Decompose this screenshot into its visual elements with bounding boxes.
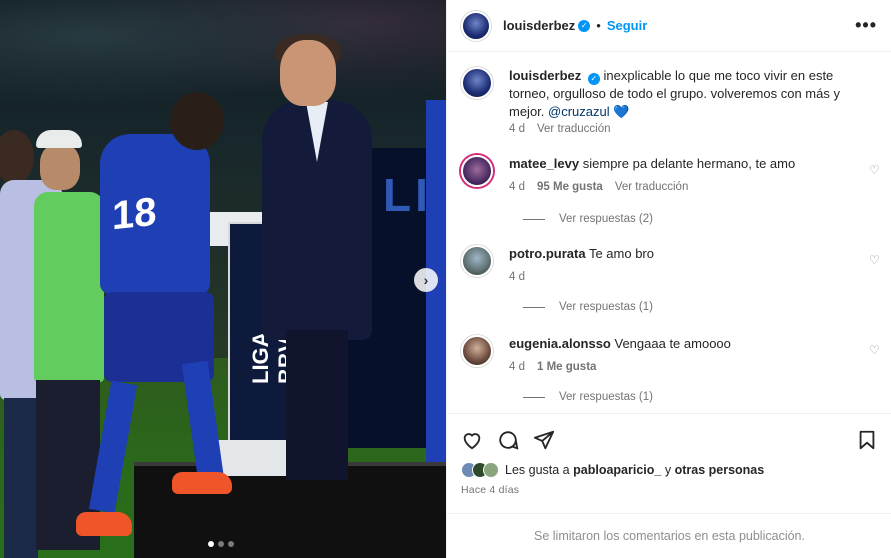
more-options-icon[interactable]: ••• (855, 15, 877, 36)
carousel-indicator (208, 541, 234, 547)
header-separator: • (596, 18, 601, 33)
comment-likes[interactable]: 95 Me gusta (537, 181, 603, 193)
post-panel: louisderbez ✓ • Seguir ••• louisderbez ✓… (446, 0, 891, 558)
heart-icon[interactable]: ♡ (869, 344, 881, 356)
caption-avatar[interactable] (461, 67, 493, 99)
player-boot-left (76, 512, 132, 536)
author-username[interactable]: louisderbez (503, 18, 575, 33)
liker-avatar (483, 462, 499, 478)
verified-badge-icon: ✓ (587, 73, 600, 85)
view-replies-button[interactable]: Ver respuestas (1) (523, 301, 653, 313)
post-header: louisderbez ✓ • Seguir ••• (447, 0, 891, 52)
caption-mention[interactable]: @cruzazul (548, 104, 610, 119)
caption-translate-link[interactable]: Ver traducción (537, 123, 611, 135)
bookmark-icon[interactable] (856, 429, 878, 451)
post-actions: Les gusta a pabloaparicio_ y otras perso… (447, 413, 891, 513)
replies-line (523, 396, 545, 398)
player-figure: 18 (76, 92, 232, 552)
view-replies-button[interactable]: Ver respuestas (2) (523, 213, 653, 225)
likes-joiner: y (664, 463, 672, 477)
player-head (170, 92, 224, 150)
comment-time: 4 d (509, 271, 525, 283)
staff-left-legs (4, 398, 38, 558)
comments-limited-notice: Se limitaron los comentarios en esta pub… (447, 513, 891, 558)
comment-time: 4 d (509, 181, 525, 193)
comment-meta: 4 d (509, 271, 525, 283)
comment-body: Te amo bro (588, 246, 654, 261)
verified-badge-icon: ✓ (578, 19, 591, 32)
staff-green-cap (36, 130, 82, 148)
jersey-number: 18 (112, 189, 157, 239)
comment-text: eugenia.alonsso Vengaaa te amoooo (509, 335, 849, 353)
heart-icon[interactable]: ♡ (869, 254, 881, 266)
commenter-avatar[interactable] (461, 335, 493, 367)
likes-others-link[interactable]: otras personas (675, 463, 765, 477)
commenter-avatar[interactable] (461, 155, 493, 187)
comments-limited-text: Se limitaron los comentarios en esta pub… (534, 529, 805, 543)
replies-line (523, 218, 545, 220)
caption-time: 4 d (509, 123, 525, 135)
next-photo-button[interactable]: › (414, 268, 438, 292)
liker-avatars[interactable] (461, 462, 499, 478)
like-heart-icon[interactable] (461, 429, 483, 451)
comment-bubble-icon[interactable] (497, 429, 519, 451)
likes-summary: Les gusta a pabloaparicio_ y otras perso… (461, 462, 878, 478)
comment-text: potro.purata Te amo bro (509, 245, 849, 263)
view-replies-label[interactable]: Ver respuestas (2) (559, 213, 653, 225)
player-leg-left (88, 380, 138, 514)
carousel-dot (228, 541, 234, 547)
likes-user-link[interactable]: pabloaparicio_ (573, 463, 661, 477)
official-figure (262, 34, 372, 480)
official-head (280, 40, 336, 106)
replies-line (523, 306, 545, 308)
share-send-icon[interactable] (533, 429, 555, 451)
comment-meta: 4 d 95 Me gusta Ver traducción (509, 181, 688, 193)
comment-meta: 4 d 1 Me gusta (509, 361, 596, 373)
player-boot-right (172, 472, 232, 494)
post-photo[interactable]: LIG LIGA BBVA 18 › (0, 0, 446, 558)
caption-meta: 4 d Ver traducción (509, 123, 611, 135)
posted-ago: Hace 4 días (461, 484, 520, 496)
commenter-avatar[interactable] (461, 245, 493, 277)
comment-time: 4 d (509, 361, 525, 373)
staff-green-head (40, 144, 80, 190)
heart-icon[interactable]: ♡ (869, 164, 881, 176)
caption-text: louisderbez ✓ inexplicable lo que me toc… (509, 67, 849, 121)
comment-body: siempre pa delante hermano, te amo (582, 156, 796, 171)
comment-likes[interactable]: 1 Me gusta (537, 361, 596, 373)
player-right-edge (426, 100, 446, 490)
action-icons (461, 428, 878, 452)
follow-button[interactable]: Seguir (607, 18, 647, 33)
staff-left-head (0, 130, 34, 184)
view-replies-label[interactable]: Ver respuestas (1) (559, 391, 653, 403)
view-replies-button[interactable]: Ver respuestas (1) (523, 391, 653, 403)
comment-body: Vengaaa te amoooo (614, 336, 731, 351)
comment-text: matee_levy siempre pa delante hermano, t… (509, 155, 849, 173)
comment-username[interactable]: eugenia.alonsso (509, 336, 611, 351)
caption-username[interactable]: louisderbez (509, 68, 581, 83)
carousel-dot (218, 541, 224, 547)
view-replies-label[interactable]: Ver respuestas (1) (559, 301, 653, 313)
comment-translate-link[interactable]: Ver traducción (615, 181, 689, 193)
comments-list[interactable]: louisderbez ✓ inexplicable lo que me toc… (447, 53, 891, 413)
likes-prefix: Les gusta a (505, 463, 570, 477)
blue-heart-emoji: 💙 (613, 104, 630, 119)
comment-username[interactable]: matee_levy (509, 156, 579, 171)
player-leg-right (181, 360, 225, 484)
comment-username[interactable]: potro.purata (509, 246, 586, 261)
carousel-dot-active (208, 541, 214, 547)
official-legs (286, 330, 348, 480)
author-avatar[interactable] (461, 10, 491, 41)
